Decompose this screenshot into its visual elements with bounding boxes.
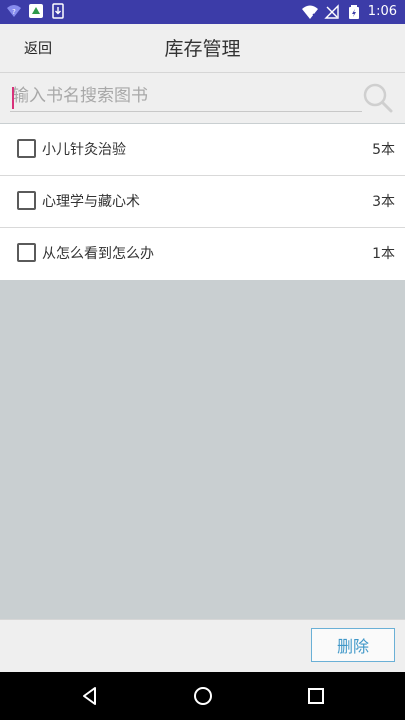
book-checkbox[interactable] — [17, 243, 36, 262]
book-name: 小儿针灸治验 — [42, 142, 126, 158]
no-signal-icon — [324, 4, 340, 20]
list-item[interactable]: 小儿针灸治验 5本 — [0, 124, 405, 176]
wifi-icon — [301, 4, 318, 20]
book-list: 小儿针灸治验 5本 心理学与藏心术 3本 从怎么看到怎么办 1本 — [0, 124, 405, 280]
system-nav-bar — [0, 672, 405, 720]
delete-button[interactable]: 删除 — [311, 628, 395, 662]
book-count: 1本 — [372, 246, 395, 262]
list-item[interactable]: 从怎么看到怎么办 1本 — [0, 228, 405, 280]
search-bar — [0, 73, 405, 123]
status-time: 1:06 — [367, 4, 397, 19]
search-input[interactable] — [10, 81, 362, 112]
battery-charging-icon — [346, 4, 362, 20]
search-icon[interactable] — [362, 82, 394, 118]
recents-square-icon[interactable] — [304, 684, 328, 708]
book-count: 3本 — [372, 194, 395, 210]
wifi-question-icon: ? — [6, 3, 22, 19]
status-bar: ? 1:06 — [0, 0, 405, 24]
home-circle-icon[interactable] — [191, 684, 215, 708]
book-name: 心理学与藏心术 — [42, 194, 140, 210]
page-title: 库存管理 — [164, 38, 241, 60]
book-checkbox[interactable] — [17, 139, 36, 158]
text-cursor — [12, 87, 14, 109]
status-system: 1:06 — [301, 3, 397, 21]
download-icon — [50, 3, 66, 19]
action-bar: 删除 — [0, 619, 405, 673]
book-checkbox[interactable] — [17, 191, 36, 210]
book-name: 从怎么看到怎么办 — [42, 246, 154, 262]
title-bar: 返回 库存管理 — [0, 24, 405, 73]
book-count: 5本 — [372, 142, 395, 158]
svg-text:?: ? — [12, 8, 16, 16]
app-notification-icon — [28, 3, 44, 19]
list-item[interactable]: 心理学与藏心术 3本 — [0, 176, 405, 228]
status-notifications: ? — [6, 3, 66, 19]
back-triangle-icon[interactable] — [78, 684, 102, 708]
